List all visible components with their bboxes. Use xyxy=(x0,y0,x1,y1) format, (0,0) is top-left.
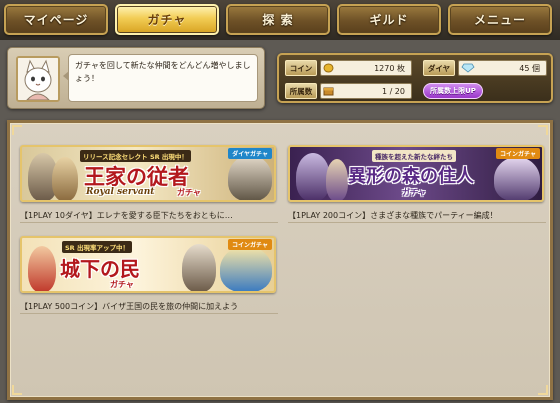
diamond-icon xyxy=(461,63,475,73)
gacha-card-townsfolk[interactable]: SR 出現率アップ中！ 城下の民 ガチャ コインガチャ 【1PLAY 500コイ… xyxy=(20,236,278,318)
diamond-label: ダイヤ xyxy=(423,60,455,76)
coin-value: 1270 枚 xyxy=(374,63,405,73)
status-panel: コイン 1270 枚 ダイヤ 45 個 所属数 1 / 20 所属数上限UP xyxy=(277,53,553,103)
roster-value-box: 1 / 20 xyxy=(320,83,412,99)
tab-my-page[interactable]: マイページ xyxy=(4,4,108,35)
top-nav: マイページ ガチャ 探 索 ギルド メニュー xyxy=(0,0,560,40)
roster-up-button[interactable]: 所属数上限UP xyxy=(423,83,483,99)
gacha-card-forest-dwellers[interactable]: 種族を超えた新たな絆たち 異形の森の住人 ガチャ コインガチャ 【1PLAY 2… xyxy=(288,145,546,227)
gacha-description: 【1PLAY 500コイン】バイザ王国の民を旅の仲間に加えよう xyxy=(20,299,278,314)
character-art xyxy=(182,244,216,291)
chest-icon xyxy=(323,87,334,96)
corner-ornament xyxy=(538,385,548,395)
tab-menu[interactable]: メニュー xyxy=(448,4,552,35)
currency-tag: ダイヤガチャ xyxy=(228,148,272,159)
banner-subtitle: SR 出現率アップ中！ xyxy=(62,241,132,253)
diamond-value: 45 個 xyxy=(519,63,540,73)
gacha-banner[interactable]: 種族を超えた新たな絆たち 異形の森の住人 ガチャ コインガチャ xyxy=(288,145,544,202)
character-art xyxy=(326,159,348,200)
gacha-banner[interactable]: リリース記念セレクト SR 出現中！ 王家の従者 Royal servant ガ… xyxy=(20,145,276,202)
message-text: ガチャを回して新たな仲間をどんどん増やしましょう！ xyxy=(75,61,251,83)
corner-ornament xyxy=(538,125,548,135)
roster-label: 所属数 xyxy=(285,83,317,99)
corner-ornament xyxy=(12,125,22,135)
banner-title: 異形の森の住人 xyxy=(348,166,474,187)
tab-guild[interactable]: ギルド xyxy=(337,4,441,35)
character-art xyxy=(28,246,56,291)
banner-kana: ガチャ xyxy=(177,188,201,197)
banner-kana: ガチャ xyxy=(110,280,134,289)
character-art xyxy=(228,155,272,200)
gacha-card-royal-servant[interactable]: リリース記念セレクト SR 出現中！ 王家の従者 Royal servant ガ… xyxy=(20,145,278,227)
diamond-value-box: 45 個 xyxy=(458,60,547,76)
character-art xyxy=(52,157,78,200)
cat-mascot-icon xyxy=(18,58,58,100)
coin-label: コイン xyxy=(285,60,317,76)
currency-tag: コインガチャ xyxy=(228,239,272,250)
gacha-description: 【1PLAY 200コイン】さまざまな種族でパーティー編成！ xyxy=(288,208,546,223)
corner-ornament xyxy=(12,385,22,395)
tab-explore[interactable]: 探 索 xyxy=(226,4,330,35)
message-panel: ガチャを回して新たな仲間をどんどん増やしましょう！ xyxy=(7,47,265,109)
tab-gacha[interactable]: ガチャ xyxy=(115,4,219,35)
message-bubble: ガチャを回して新たな仲間をどんどん増やしましょう！ xyxy=(63,54,258,102)
character-art xyxy=(494,157,540,200)
character-art xyxy=(220,246,272,291)
gacha-banner[interactable]: SR 出現率アップ中！ 城下の民 ガチャ コインガチャ xyxy=(20,236,276,293)
coin-icon xyxy=(323,63,334,73)
banner-subtitle: 種族を超えた新たな絆たち xyxy=(372,150,456,162)
avatar xyxy=(16,56,60,102)
character-art xyxy=(296,153,330,200)
coin-value-box: 1270 枚 xyxy=(320,60,412,76)
roster-value: 1 / 20 xyxy=(381,86,405,96)
gacha-description: 【1PLAY 10ダイヤ】エレナを愛する臣下たちをおともに… xyxy=(20,208,278,223)
currency-tag: コインガチャ xyxy=(496,148,540,159)
banner-kana: ガチャ xyxy=(402,188,426,197)
banner-title: 城下の民 xyxy=(60,257,140,281)
banner-title-en: Royal servant xyxy=(86,187,155,197)
gacha-list-panel: リリース記念セレクト SR 出現中！ 王家の従者 Royal servant ガ… xyxy=(7,120,553,400)
